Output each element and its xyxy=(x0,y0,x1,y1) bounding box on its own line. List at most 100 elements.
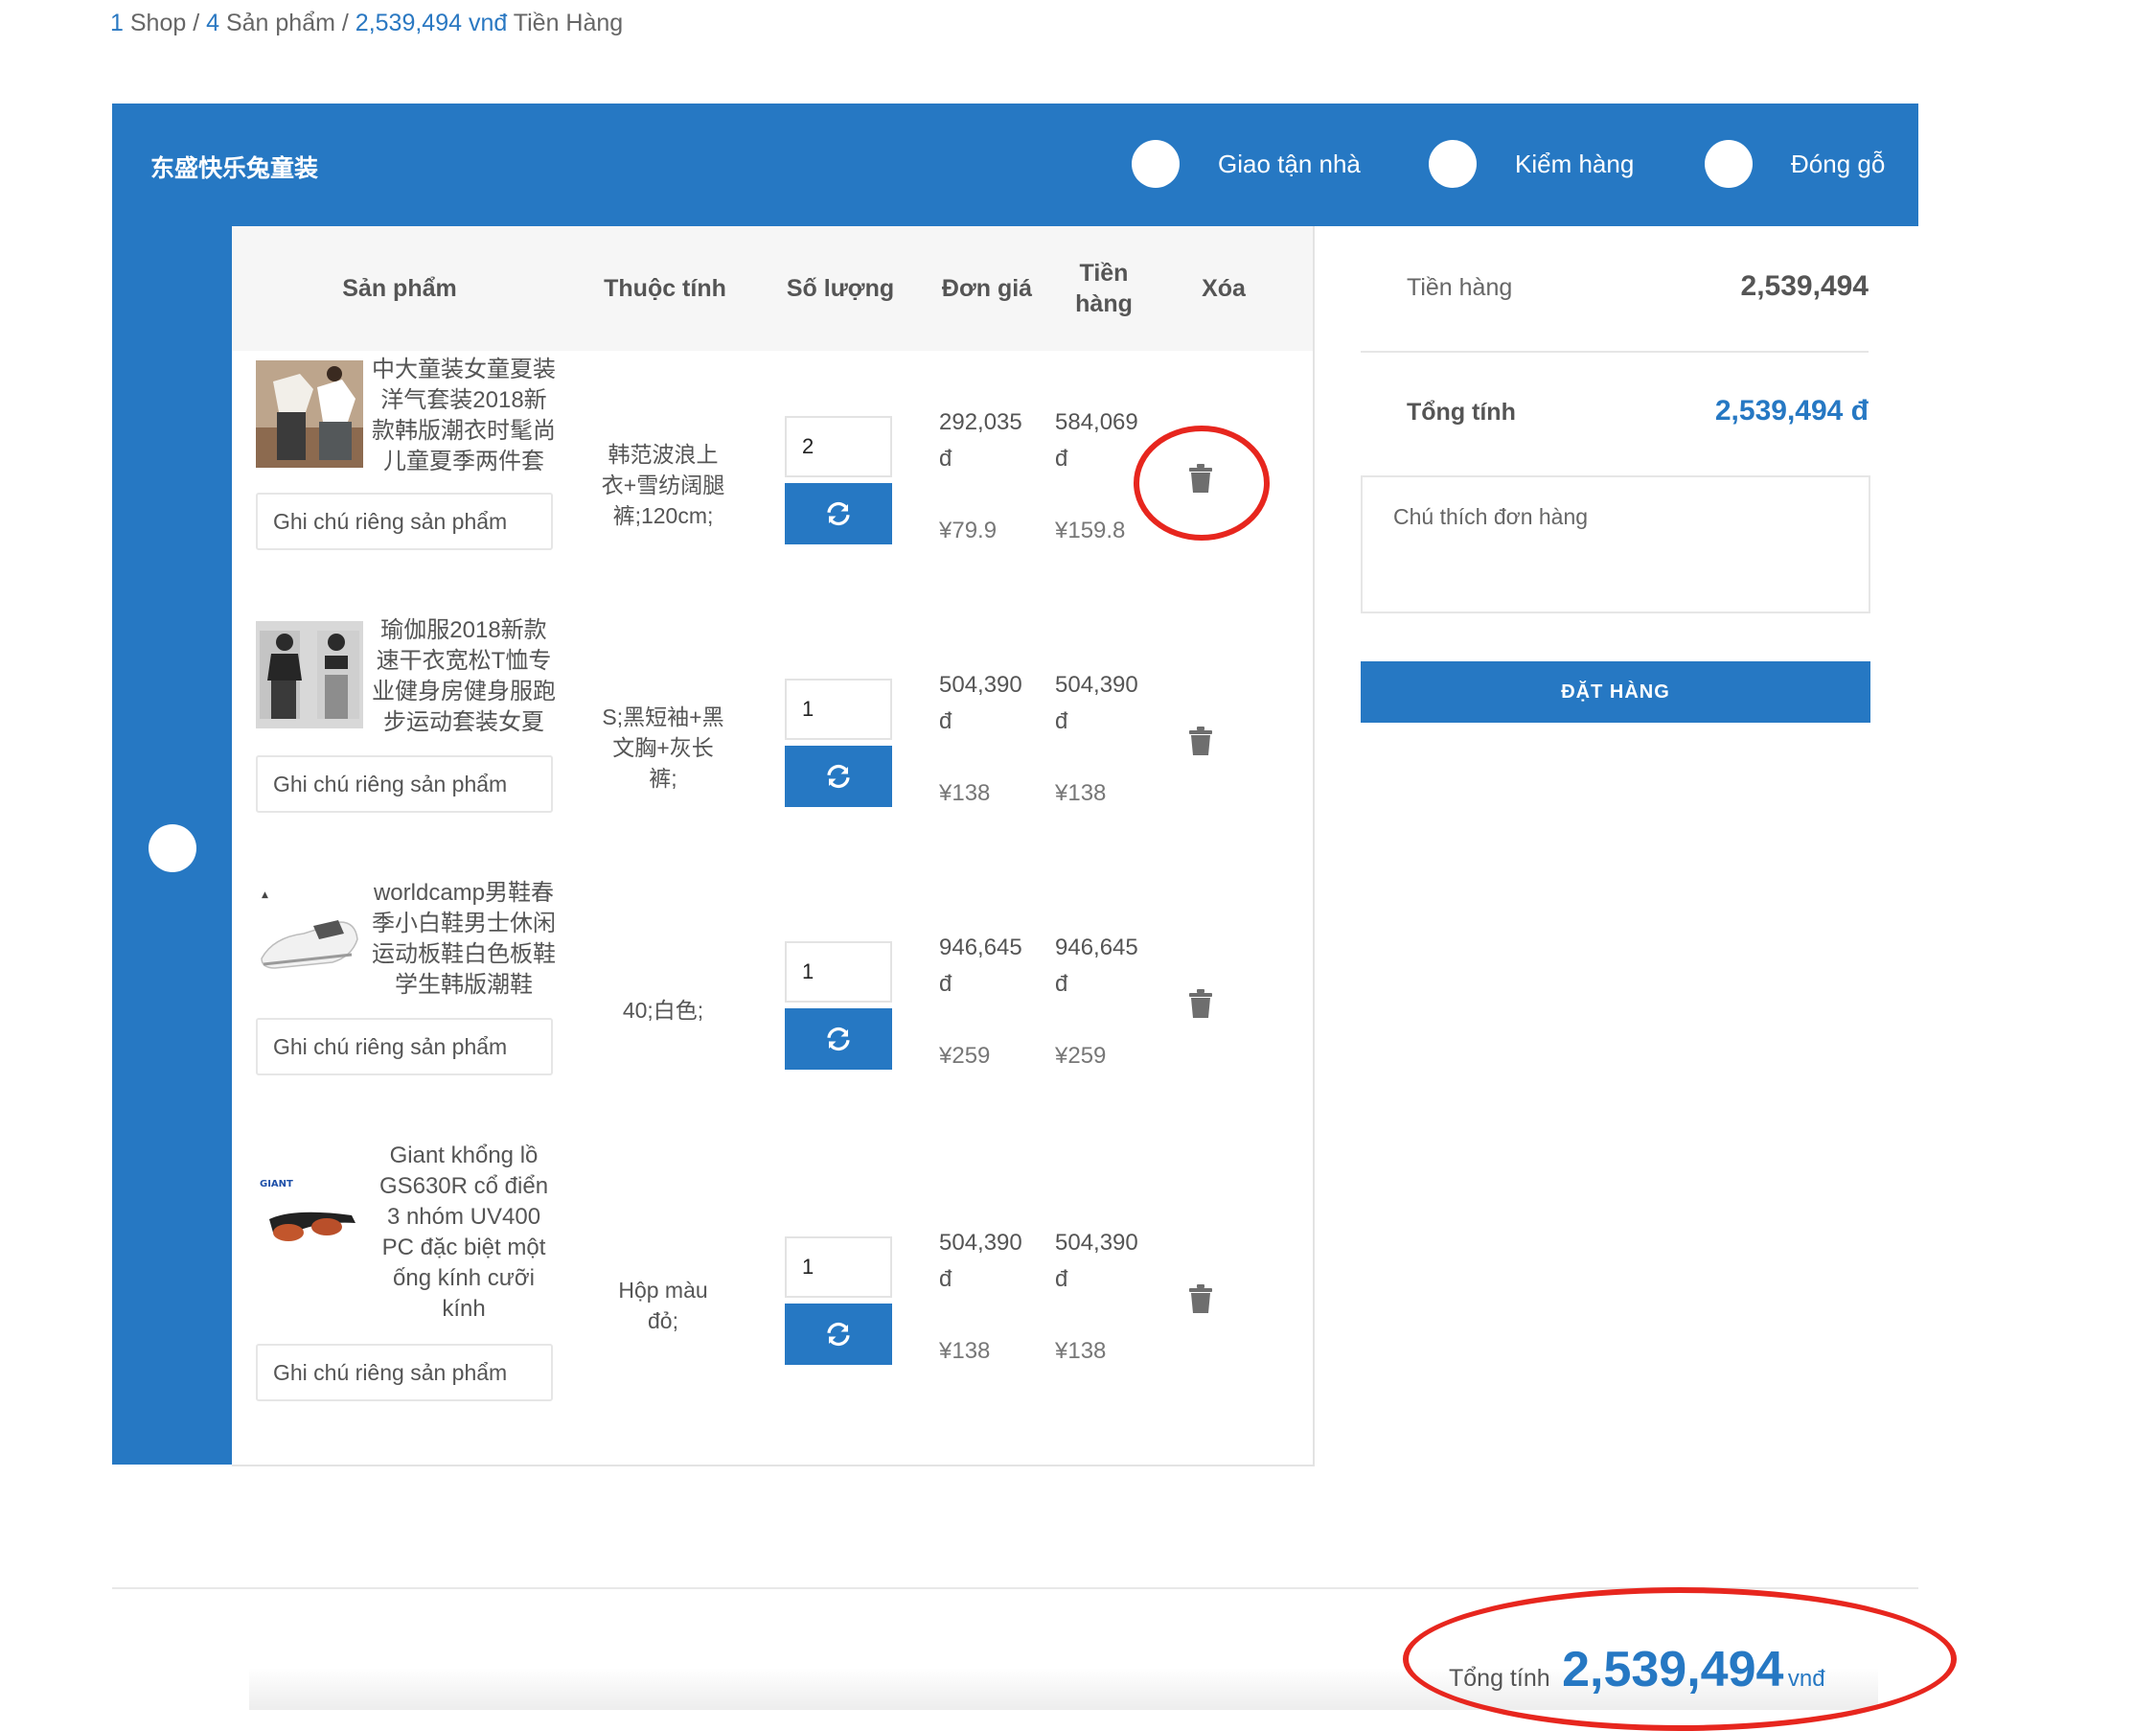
breadcrumb-separator: / xyxy=(193,10,200,36)
breadcrumb-amount: 2,539,494 vnđ xyxy=(355,10,508,36)
price-value: 946,645 xyxy=(1055,935,1138,960)
breadcrumb-product-label: Sản phẩm xyxy=(225,10,335,36)
product-name-line: PC đặc biệt một xyxy=(381,1235,546,1260)
product-thumbnail[interactable] xyxy=(256,360,363,468)
summary-divider xyxy=(1361,351,1869,353)
option-inspect-goods[interactable]: Kiểm hàng xyxy=(1429,140,1634,188)
product-name-line: 洋气套装2018新 xyxy=(380,387,547,413)
product-name-line: 款韩版潮衣时髦尚 xyxy=(372,418,556,444)
option-home-delivery[interactable]: Giao tận nhà xyxy=(1132,140,1361,188)
shop-select-radio[interactable] xyxy=(149,824,196,872)
header-line-total-word2: hàng xyxy=(1075,290,1133,317)
order-note-input[interactable]: Chú thích đơn hàng xyxy=(1361,475,1870,613)
table-header: Sản phẩm Thuộc tính Số lượng Đơn giá Tiề… xyxy=(232,226,1313,351)
quantity-input[interactable]: 1 xyxy=(785,941,892,1003)
product-name[interactable]: 中大童装女童夏装 洋气套装2018新 款韩版潮衣时髦尚 儿童夏季两件套 xyxy=(363,355,564,477)
price-value: 504,390 xyxy=(939,672,1022,698)
product-thumbnail[interactable]: GIANT xyxy=(256,1173,363,1281)
trash-icon[interactable] xyxy=(1188,989,1213,1018)
line-total-cny: ¥138 xyxy=(1055,1338,1107,1364)
breadcrumb: 1 Shop / 4 Sản phẩm / 2,539,494 vnđ Tiền… xyxy=(110,10,623,37)
unit-price-vnd: 292,035 đ xyxy=(939,404,1022,477)
price-value: 946,645 xyxy=(939,935,1022,960)
price-currency: đ xyxy=(1055,446,1068,472)
shop-side-bar xyxy=(112,226,232,1465)
breadcrumb-product-count: 4 xyxy=(206,10,220,36)
refresh-icon xyxy=(827,764,850,789)
trash-icon[interactable] xyxy=(1188,464,1213,493)
attribute-line: 文胸+灰长 xyxy=(612,735,714,760)
trash-icon[interactable] xyxy=(1188,1284,1213,1313)
update-quantity-button[interactable] xyxy=(785,1304,892,1365)
grand-total-value: 2,539,494 đ xyxy=(1714,395,1869,427)
price-value: 504,390 xyxy=(939,1230,1022,1256)
attribute-line: 40;白色; xyxy=(622,998,704,1023)
product-attribute: 40;白色; xyxy=(591,995,735,1026)
product-note-input[interactable]: Ghi chú riêng sản phẩm xyxy=(256,1344,553,1401)
quantity-input[interactable]: 2 xyxy=(785,416,892,477)
product-note-input[interactable]: Ghi chú riêng sản phẩm xyxy=(256,1018,553,1075)
attribute-line: 裤; xyxy=(649,766,677,791)
goods-total-value: 2,539,494 xyxy=(1740,270,1869,302)
goods-total-label: Tiền hàng xyxy=(1407,274,1513,301)
attribute-line: đỏ; xyxy=(648,1308,678,1333)
product-attribute: 韩范波浪上 衣+雪纺阔腿 裤;120cm; xyxy=(591,439,735,531)
price-value: 504,390 xyxy=(1055,672,1138,698)
quantity-input[interactable]: 1 xyxy=(785,1236,892,1298)
cart-table: Sản phẩm Thuộc tính Số lượng Đơn giá Tiề… xyxy=(232,226,1315,1466)
product-name-line: 速干衣宽松T恤专 xyxy=(376,648,552,674)
bottom-total-label: Tổng tính xyxy=(1449,1665,1550,1692)
product-attribute: S;黑短袖+黑 文胸+灰长 裤; xyxy=(591,702,735,794)
place-order-button[interactable]: ĐẶT HÀNG xyxy=(1361,661,1870,723)
product-name[interactable]: 瑜伽服2018新款 速干衣宽松T恤专 业健身房健身服跑 步运动套装女夏 xyxy=(363,615,564,738)
quantity-input[interactable]: 1 xyxy=(785,679,892,740)
product-attribute: Hộp màu đỏ; xyxy=(591,1275,735,1336)
price-currency: đ xyxy=(1055,971,1068,997)
option-wood-packing[interactable]: Đóng gỗ xyxy=(1705,140,1885,188)
product-note-input[interactable]: Ghi chú riêng sản phẩm xyxy=(256,493,553,550)
breadcrumb-amount-label: Tiền Hàng xyxy=(513,10,624,36)
product-name-line: 步运动套装女夏 xyxy=(383,709,544,735)
shop-header: 东盛快乐兔童装 Giao tận nhà Kiểm hàng Đóng gỗ xyxy=(112,104,1918,226)
header-delete: Xóa xyxy=(1202,275,1246,302)
update-quantity-button[interactable] xyxy=(785,746,892,807)
unit-price-cny: ¥138 xyxy=(939,1338,991,1364)
option-radio[interactable] xyxy=(1705,140,1753,188)
refresh-icon xyxy=(827,501,850,526)
trash-icon[interactable] xyxy=(1188,727,1213,755)
header-line-total: Tiền hàng xyxy=(1056,226,1152,351)
line-total-vnd: 584,069 đ xyxy=(1055,404,1138,477)
option-label: Kiểm hàng xyxy=(1515,149,1635,178)
product-name-line: Giant khổng lồ xyxy=(389,1142,539,1168)
attribute-line: 韩范波浪上 xyxy=(608,442,719,467)
line-total-cny: ¥259 xyxy=(1055,1043,1107,1069)
product-thumbnail[interactable] xyxy=(256,621,363,728)
product-note-input[interactable]: Ghi chú riêng sản phẩm xyxy=(256,755,553,813)
price-value: 292,035 xyxy=(939,409,1022,435)
product-name-line: 学生韩版潮鞋 xyxy=(395,972,533,998)
option-radio[interactable] xyxy=(1132,140,1180,188)
product-name[interactable]: worldcamp男鞋春 季小白鞋男士休闲 运动板鞋白色板鞋 学生韩版潮鞋 xyxy=(363,878,564,1001)
price-currency: đ xyxy=(1055,1266,1068,1292)
product-name-line: worldcamp男鞋春 xyxy=(373,880,555,906)
product-thumbnail[interactable]: ▲ xyxy=(256,884,363,991)
update-quantity-button[interactable] xyxy=(785,1008,892,1070)
price-currency: đ xyxy=(939,446,952,472)
unit-price-vnd: 504,390 đ xyxy=(939,667,1022,740)
header-quantity: Số lượng xyxy=(786,275,895,302)
bottom-divider xyxy=(112,1587,1918,1589)
option-radio[interactable] xyxy=(1429,140,1477,188)
product-name-line: 季小白鞋男士休闲 xyxy=(372,911,556,936)
grand-total-label: Tổng tính xyxy=(1407,399,1516,426)
price-currency: đ xyxy=(939,1266,952,1292)
header-line-total-word1: Tiền xyxy=(1079,260,1129,287)
unit-price-cny: ¥259 xyxy=(939,1043,991,1069)
product-name[interactable]: Giant khổng lồ GS630R cổ điển 3 nhóm UV4… xyxy=(363,1141,564,1325)
bottom-total-unit: vnđ xyxy=(1787,1666,1825,1692)
update-quantity-button[interactable] xyxy=(785,483,892,544)
breadcrumb-separator: / xyxy=(341,10,349,36)
line-total-vnd: 946,645 đ xyxy=(1055,930,1138,1003)
product-name-line: 瑜伽服2018新款 xyxy=(380,617,547,643)
option-label: Đóng gỗ xyxy=(1791,149,1886,178)
table-row: 瑜伽服2018新款 速干衣宽松T恤专 业健身房健身服跑 步运动套装女夏 Ghi … xyxy=(232,615,1313,878)
